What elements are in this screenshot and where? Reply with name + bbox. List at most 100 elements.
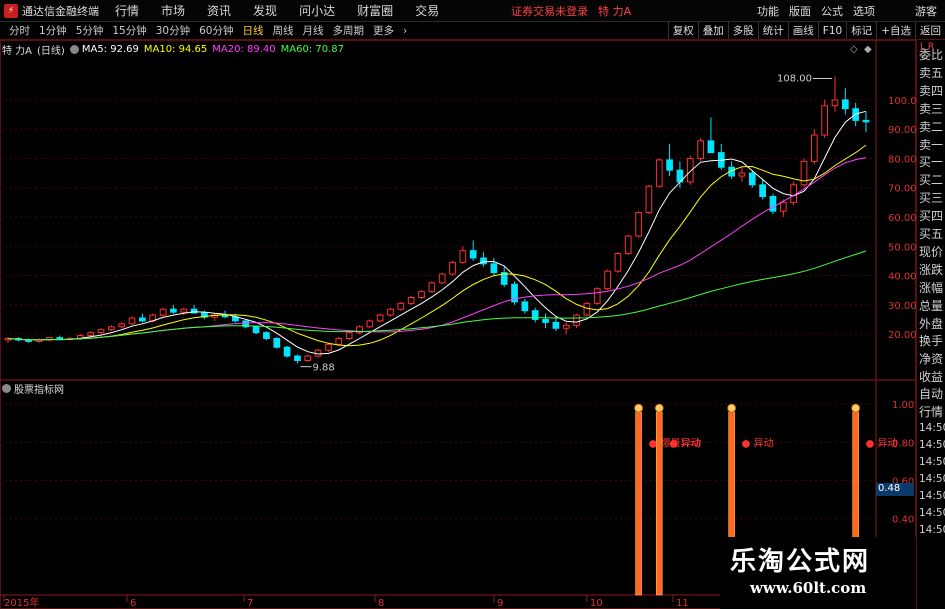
sidebar-label[interactable]: 行情	[919, 403, 945, 421]
candle-body	[263, 332, 270, 339]
ma60-line	[7, 250, 867, 341]
tab-30min[interactable]: 30分钟	[156, 23, 190, 38]
candle-body	[118, 323, 126, 328]
candle-body	[583, 302, 591, 316]
price-tick-label: 40.00	[888, 272, 916, 283]
ma20-value: MA20: 89.40	[212, 43, 276, 55]
menu-function[interactable]: 功能	[757, 3, 779, 19]
candle-body	[449, 261, 456, 275]
f10-button[interactable]: F10	[817, 22, 846, 39]
candle-body	[335, 337, 343, 345]
candle-body	[552, 321, 560, 329]
candle-body	[655, 159, 663, 187]
time-tick-label: 7	[247, 598, 253, 609]
tab-daily[interactable]: 日线	[243, 23, 264, 38]
menu-item-market[interactable]: 市场	[161, 2, 185, 19]
candle-body	[459, 250, 467, 263]
login-status[interactable]: 证券交易未登录	[511, 3, 588, 19]
candle-body	[821, 105, 828, 136]
menu-item-ask[interactable]: 问小达	[299, 2, 335, 19]
time-tick-label: 8	[378, 598, 384, 609]
kline-chart[interactable]: 100.00 90.00 80.00 70.00 60.00 50.00 40.00 30.0…	[0, 40, 916, 609]
indicator-settings-icon[interactable]	[69, 44, 79, 54]
tab-15min[interactable]: 15分钟	[112, 23, 146, 38]
sidebar-label: 涨跌	[919, 262, 944, 277]
sidebar-label[interactable]: 14:50	[919, 473, 945, 491]
candle-body	[180, 308, 188, 313]
price-tick-label: 20.00	[888, 330, 916, 341]
adjust-button[interactable]: 复权	[667, 22, 698, 39]
sidebar-label[interactable]: 14:50	[919, 422, 945, 440]
candle-body	[841, 99, 849, 110]
tab-5min[interactable]: 5分钟	[76, 23, 104, 38]
menu-formula[interactable]: 公式	[821, 3, 843, 19]
overlay-button[interactable]: 叠加	[697, 22, 728, 39]
signal-marker	[634, 403, 643, 413]
menu-item-discover[interactable]: 发现	[253, 2, 277, 19]
candle-body	[779, 201, 787, 212]
time-tick-label: 2015年	[4, 596, 39, 609]
sub-tick-label: 0.40	[892, 515, 914, 526]
candle-body	[614, 253, 622, 272]
menu-bar: ⚡ 通达信金融终端 行情 市场 资讯 发现 问小达 财富圈 交易 证券交易未登录…	[0, 0, 945, 22]
time-tick-label: 11	[676, 598, 689, 609]
sidebar-label[interactable]: 14:50	[919, 439, 945, 457]
tab-1min[interactable]: 1分钟	[39, 23, 67, 38]
sub-indicator-name: 股票指标网	[14, 385, 64, 396]
tab-intraday[interactable]: 分时	[9, 23, 30, 38]
menu-item-wealth[interactable]: 财富圈	[357, 2, 393, 19]
candle-body	[139, 317, 146, 322]
info-icon: ◆	[864, 44, 872, 55]
menu-options[interactable]: 选项	[853, 3, 875, 19]
chart-info: 特 力A (日线) MA5: 92.69 MA10: 94.65 MA20: 8…	[2, 42, 349, 57]
candle-body	[170, 308, 177, 313]
time-tick-label: 9	[497, 598, 503, 609]
candle-body	[759, 184, 766, 198]
candle-body	[469, 250, 477, 259]
candle-body	[397, 302, 405, 310]
candle-body	[748, 172, 756, 186]
low-annotation: 9.88	[312, 363, 334, 374]
candle-body	[862, 119, 870, 123]
sidebar-label[interactable]: 14:50	[919, 456, 945, 474]
menu-item-quotes[interactable]: 行情	[115, 2, 139, 19]
chart-tools: 复权 叠加 多股 统计 画线 F10 标记 +自选 返回	[667, 22, 945, 39]
menu-layout[interactable]: 版面	[789, 3, 811, 19]
stock-name-header: 特 力A	[598, 4, 632, 18]
menu-item-trade[interactable]: 交易	[415, 2, 439, 19]
candle-body	[128, 317, 136, 325]
stats-button[interactable]: 统计	[757, 22, 788, 39]
candle-body	[304, 355, 312, 361]
tab-more[interactable]: 更多	[373, 23, 394, 38]
menu-item-news[interactable]: 资讯	[207, 2, 231, 19]
sidebar-label: 买三	[919, 191, 944, 206]
signal-label: ● 异动	[669, 437, 701, 449]
tab-multi[interactable]: 多周期	[333, 23, 365, 38]
mark-button[interactable]: 标记	[846, 22, 876, 39]
signal-marker	[851, 403, 861, 413]
chevron-right-icon[interactable]: ›	[403, 25, 407, 37]
candle-body	[345, 332, 353, 339]
sidebar-label[interactable]: 14:50	[919, 524, 945, 542]
tab-60min[interactable]: 60分钟	[199, 23, 233, 38]
sidebar-label: 买二	[919, 173, 944, 188]
sidebar-label: 卖一	[919, 137, 944, 152]
sidebar-label[interactable]: 14:50	[919, 507, 945, 525]
draw-button[interactable]: 画线	[787, 22, 818, 39]
tab-monthly[interactable]: 月线	[303, 23, 324, 38]
tab-weekly[interactable]: 周线	[273, 23, 294, 38]
add-favorite-button[interactable]: +自选	[876, 22, 915, 39]
guest-button[interactable]: 游客	[915, 3, 937, 19]
sidebar-label[interactable]: 14:50	[919, 490, 945, 508]
sub-indicator-icon[interactable]	[2, 384, 11, 393]
multi-stock-button[interactable]: 多股	[727, 22, 758, 39]
back-button[interactable]: 返回	[915, 22, 945, 39]
candle-body	[97, 329, 105, 334]
sidebar-label[interactable]: 自动	[919, 385, 945, 403]
diamond-icon: ◇	[850, 44, 858, 55]
candle-body	[428, 282, 436, 293]
time-tick-label: 10	[590, 598, 603, 609]
candle-body	[108, 326, 115, 331]
sidebar-label: 卖四	[919, 83, 944, 98]
price-tick-label: 60.00	[888, 213, 916, 224]
